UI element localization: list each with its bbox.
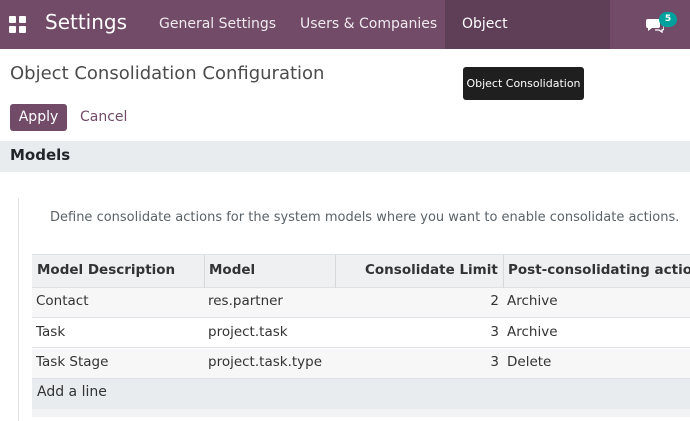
column-header-model[interactable]: Model [209,262,255,278]
section-header [0,141,690,172]
table-row[interactable] [32,349,690,379]
table-footer [32,409,690,417]
chat-count-badge: 5 [659,12,677,27]
tooltip: Object Consolidation [463,67,584,100]
cell-consolidate-limit[interactable]: 3 [459,354,499,370]
table-row[interactable] [32,288,690,318]
column-divider [335,255,336,288]
nav-object-consolidation[interactable]: Object Consolidation [445,0,610,80]
column-divider [503,255,504,288]
add-line-row [32,379,690,409]
apps-menu-icon[interactable] [9,16,27,34]
cell-model-description[interactable]: Task Stage [36,354,108,370]
top-navbar: Settings General Settings Users & Compan… [0,0,690,80]
cancel-button[interactable]: Cancel [80,104,127,131]
nav-general-settings[interactable]: General Settings [142,0,293,49]
cell-consolidate-limit[interactable]: 2 [459,293,499,309]
nav-users-companies[interactable]: Users & Companies [283,0,454,49]
section-divider [18,198,19,421]
app-brand[interactable]: Settings [45,10,127,34]
cell-consolidate-limit[interactable]: 3 [459,324,499,340]
cell-model[interactable]: project.task.type [208,354,322,370]
apply-button[interactable]: Apply [10,104,67,131]
cell-model[interactable]: project.task [208,324,288,340]
table-row[interactable] [32,318,690,348]
cell-post-action[interactable]: Archive [507,324,558,340]
cell-model[interactable]: res.partner [208,293,283,309]
column-divider [204,255,205,288]
column-header-post-action[interactable]: Post-consolidating action [508,262,690,278]
cell-model-description[interactable]: Contact [36,293,89,309]
cell-post-action[interactable]: Delete [507,354,551,370]
column-header-model-description[interactable]: Model Description [37,262,175,278]
cell-post-action[interactable]: Archive [507,293,558,309]
cell-model-description[interactable]: Task [36,324,65,340]
section-title: Models [10,146,71,164]
help-text: Define consolidate actions for the syste… [50,210,680,225]
page-title: Object Consolidation Configuration [10,63,325,84]
add-line-link[interactable]: Add a line [37,384,107,400]
column-header-consolidate-limit[interactable]: Consolidate Limit [365,262,498,278]
